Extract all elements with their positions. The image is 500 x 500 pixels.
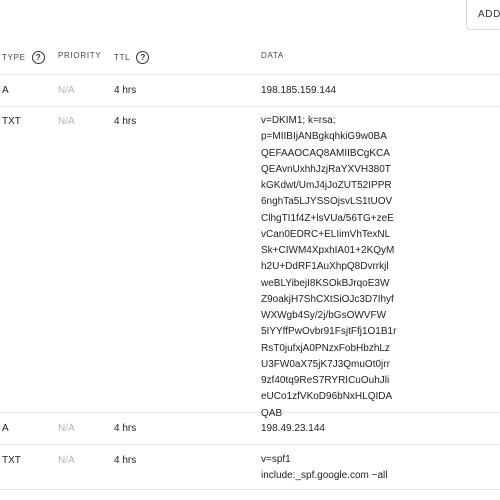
row-priority: N/A xyxy=(58,455,75,466)
row-ttl: 4 hrs xyxy=(114,85,137,96)
row-data: v=DKIM1; k=rsa; p=MIIBIjANBgkqhkiG9w0BA … xyxy=(261,113,396,422)
data-line: 6nghTa5LJYSSOjsvLS1tUOV xyxy=(261,196,393,208)
row-type: TXT xyxy=(2,116,21,127)
type-help-icon[interactable]: ? xyxy=(31,51,45,64)
header-priority-label: PRIORITY xyxy=(58,51,102,60)
row-data: 198.49.23.144 xyxy=(261,423,325,434)
row-type: A xyxy=(2,423,9,434)
row-type: TXT xyxy=(2,455,21,466)
row-data: 198.185.159.144 xyxy=(261,85,337,96)
table-row[interactable]: TXT N/A 4 hrs v=spf1 include:_spf.google… xyxy=(0,445,500,490)
data-line: QEFAAOCAQ8AMIIBCgKCA xyxy=(261,147,390,159)
row-priority: N/A xyxy=(58,423,75,434)
row-ttl: 4 hrs xyxy=(114,455,137,466)
data-line: v=DKIM1; k=rsa; xyxy=(261,115,336,126)
data-line: weBLYibejI8KSOkBJrqoE3W xyxy=(261,277,390,289)
ttl-help-icon[interactable]: ? xyxy=(136,51,150,64)
data-line: include:_spf.google.com ~all xyxy=(261,470,388,482)
data-line: p=MIIBIjANBgkqhkiG9w0BA xyxy=(261,131,387,143)
table-row[interactable]: A N/A 4 hrs 198.185.159.144 xyxy=(0,74,500,107)
header-type: TYPE ? xyxy=(2,51,45,64)
header-data: DATA xyxy=(261,51,284,60)
row-ttl: 4 hrs xyxy=(114,116,137,127)
data-line: WXWgb4Sy/2j/bGsOWVFW xyxy=(261,310,387,321)
header-type-label: TYPE xyxy=(2,53,26,62)
table-header: TYPE ? PRIORITY TTL ? DATA xyxy=(0,42,500,75)
header-ttl: TTL ? xyxy=(114,51,150,64)
data-line: kGKdwt/UmJ4jJoZUT52IPPR xyxy=(261,180,392,191)
data-line: vCan0EDRC+ELIimVhTexNL xyxy=(261,228,391,240)
add-record-button[interactable]: ADD xyxy=(466,0,500,30)
data-line: 5IYYffPwOvbr91FsjtFfj1O1B1r xyxy=(261,326,397,338)
header-priority: PRIORITY xyxy=(58,51,101,60)
header-data-label: DATA xyxy=(261,51,284,60)
data-line: eUCo1zfVKoD96bNxHLQIDA xyxy=(261,391,393,403)
data-line: QEAvnUxhhJzjRaYXVH380T xyxy=(261,163,391,175)
header-ttl-label: TTL xyxy=(114,53,131,62)
data-line: ClhgTI1f4Z+lsVUa/56TG+zeE xyxy=(261,212,394,224)
data-line: h2U+DdRF1AuXhpQ8Dvrrkjl xyxy=(261,261,389,273)
data-line: Z9oakjH7ShCXtSiOJc3D7Ihyf xyxy=(261,293,394,305)
row-ttl: 4 hrs xyxy=(114,423,137,434)
dns-records-page: ADD TYPE ? PRIORITY TTL ? DATA A N/A 4 h… xyxy=(0,0,500,500)
data-line: v=spf1 xyxy=(261,454,291,465)
table-row[interactable]: TXT N/A 4 hrs v=DKIM1; k=rsa; p=MIIBIjAN… xyxy=(0,107,500,419)
row-priority: N/A xyxy=(58,116,75,127)
data-line: 9zf40tq9ReS7RYRICuOuhJli xyxy=(261,375,390,386)
row-priority: N/A xyxy=(58,85,75,96)
row-data: v=spf1 include:_spf.google.com ~all xyxy=(261,452,387,485)
table-row[interactable]: A N/A 4 hrs 198.49.23.144 xyxy=(0,413,500,445)
data-line: U3FW0aX75jK7J3QmuOt0jrr xyxy=(261,358,390,370)
data-line: Sk+CIWM4XpxhIA01+2KQyM xyxy=(261,245,395,256)
data-line: RsT0jufxjA0PNzxFobHbzhLz xyxy=(261,342,390,354)
row-type: A xyxy=(2,85,9,96)
